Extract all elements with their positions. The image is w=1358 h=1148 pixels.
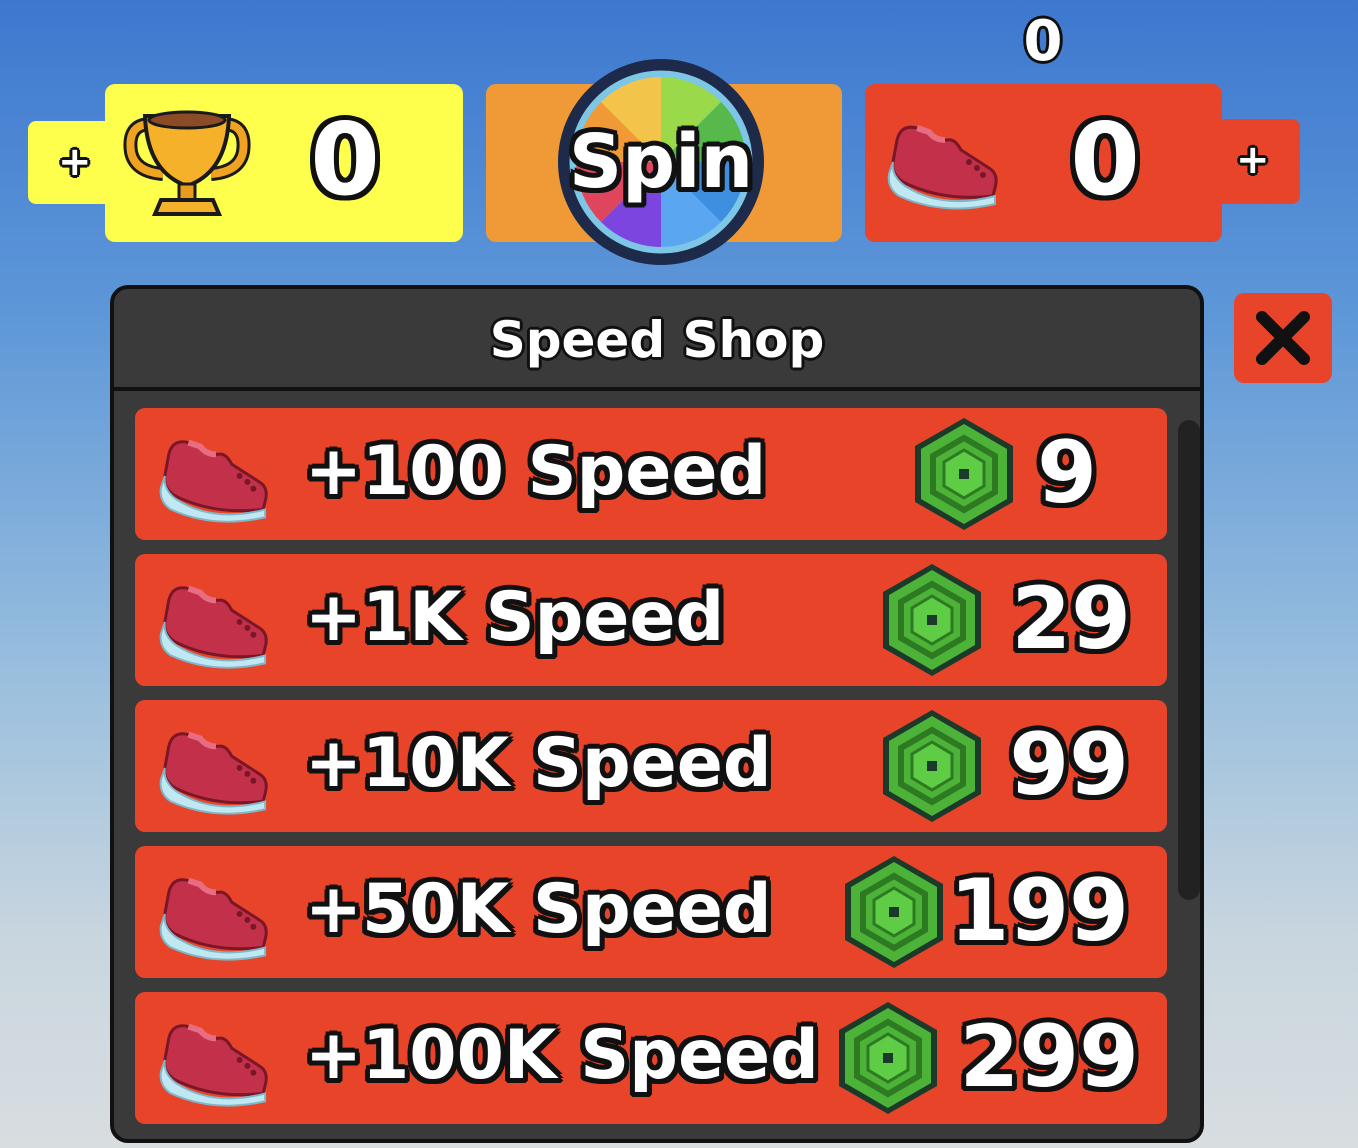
item-label: +50K Speed <box>305 870 772 949</box>
shoe-icon <box>155 1008 273 1108</box>
item-price: 299 <box>959 1007 1139 1107</box>
item-label: +100 Speed <box>305 432 767 511</box>
speed-panel <box>865 84 1222 242</box>
shoe-icon <box>155 716 273 816</box>
robux-icon <box>909 414 1019 534</box>
top-counter: 0 <box>1023 9 1063 74</box>
item-price: 99 <box>1009 715 1129 815</box>
shop-header: Speed Shop <box>114 289 1200 391</box>
robux-icon <box>877 706 987 826</box>
trophy-panel <box>105 84 463 242</box>
shoe-icon <box>155 424 273 524</box>
plus-label: + <box>58 139 92 185</box>
shop-scrollbar[interactable] <box>1178 420 1200 900</box>
shop-title: Speed Shop <box>489 311 825 369</box>
item-price: 9 <box>1037 423 1097 523</box>
spin-label: Spin <box>568 119 754 205</box>
close-button[interactable] <box>1234 293 1332 383</box>
robux-icon <box>877 560 987 680</box>
speed-shop-window: Speed Shop +100 Speed 9 +1K Speed 29 +10… <box>110 285 1204 1143</box>
trophy-icon <box>123 110 251 216</box>
shoe-icon <box>883 110 1003 210</box>
robux-icon <box>839 852 949 972</box>
item-price: 29 <box>1011 569 1131 669</box>
item-label: +10K Speed <box>305 724 772 803</box>
shop-item-100k-speed[interactable]: +100K Speed 299 <box>135 992 1167 1124</box>
speed-count: 0 <box>1070 101 1140 218</box>
plus-label: + <box>1236 137 1270 183</box>
shoe-icon <box>155 570 273 670</box>
robux-icon <box>833 998 943 1118</box>
item-label: +1K Speed <box>305 578 725 657</box>
item-price: 199 <box>949 861 1129 961</box>
shop-item-100-speed[interactable]: +100 Speed 9 <box>135 408 1167 540</box>
trophy-count: 0 <box>310 101 380 218</box>
add-speed-button[interactable]: + <box>1210 119 1300 204</box>
shoe-icon <box>155 862 273 962</box>
shop-item-1k-speed[interactable]: +1K Speed 29 <box>135 554 1167 686</box>
shop-item-50k-speed[interactable]: +50K Speed 199 <box>135 846 1167 978</box>
close-icon <box>1256 311 1310 365</box>
shop-item-10k-speed[interactable]: +10K Speed 99 <box>135 700 1167 832</box>
item-label: +100K Speed <box>305 1016 819 1095</box>
